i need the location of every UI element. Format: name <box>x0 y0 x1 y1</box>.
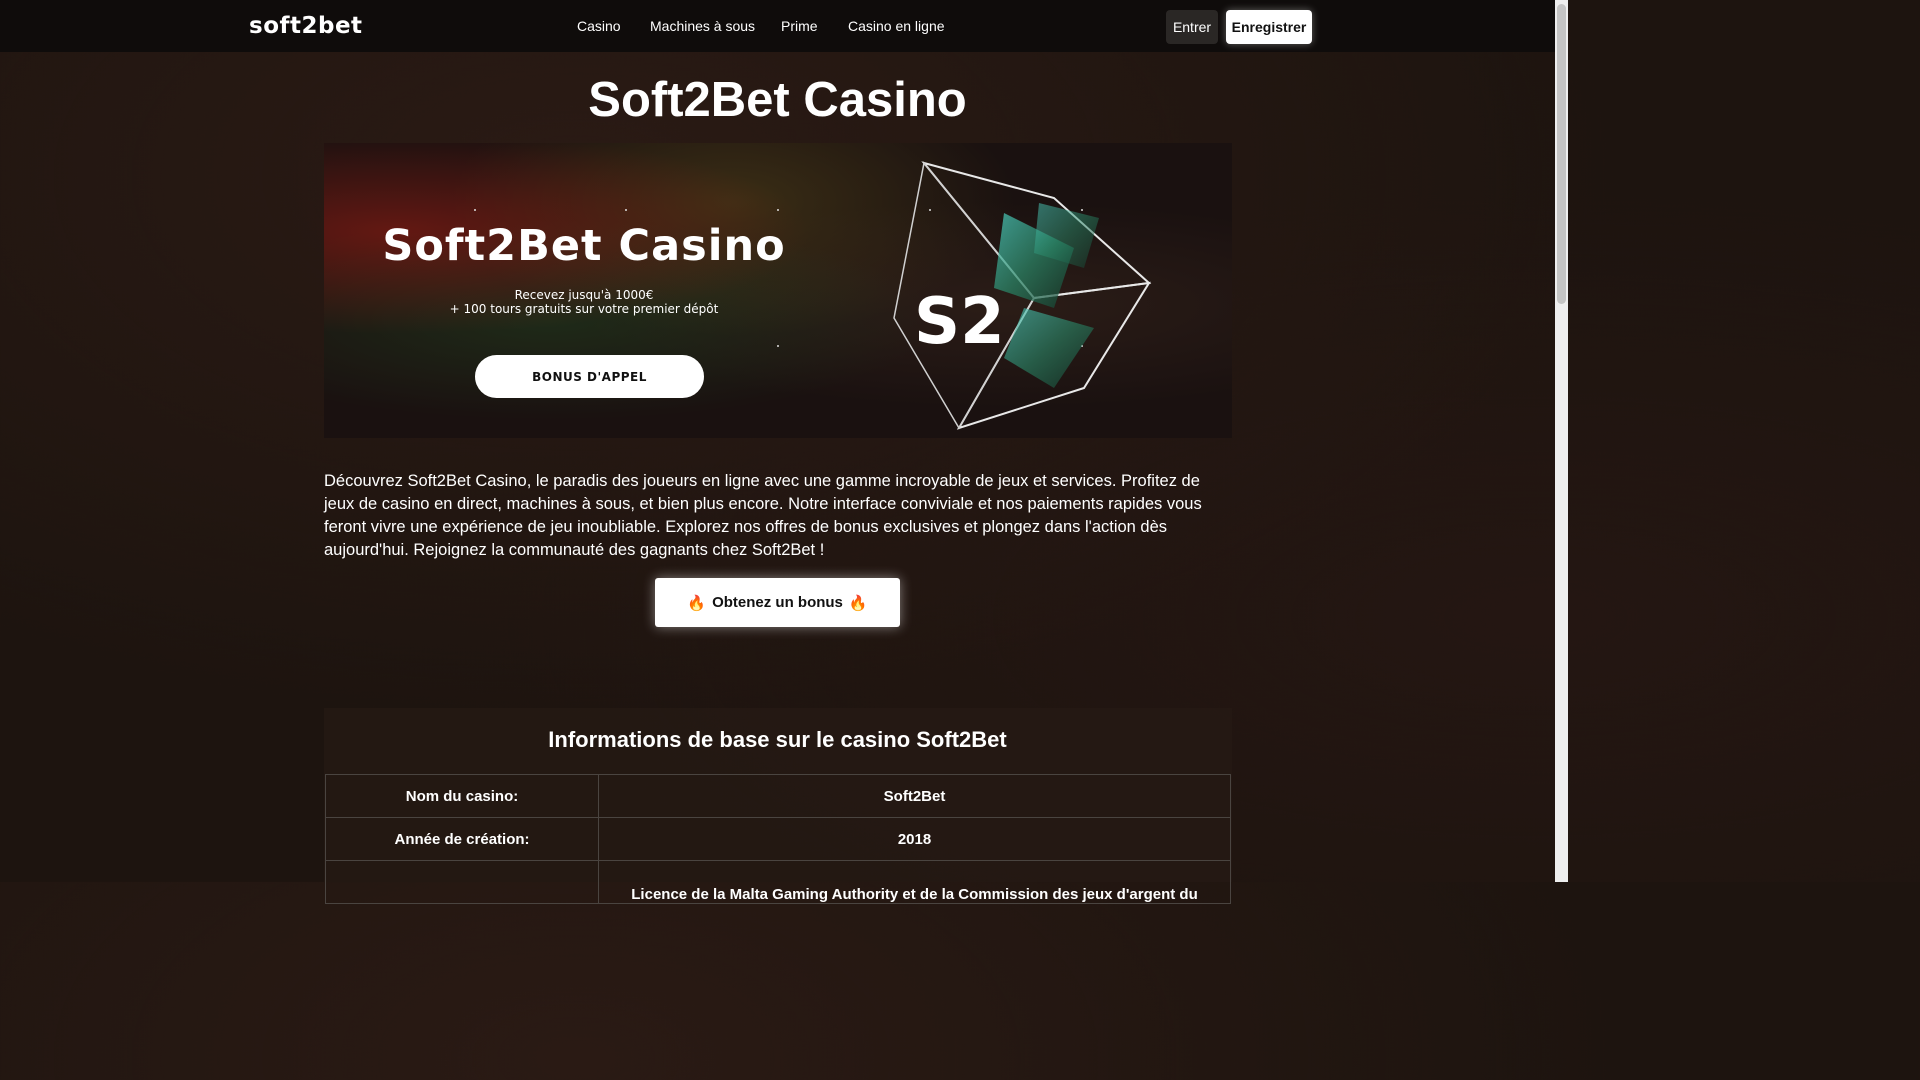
s2-cube-logo-icon: S2 <box>893 161 1152 430</box>
banner-offer-line-1: Recevez jusqu'à 1000€ <box>514 288 654 302</box>
table-cell-value: Soft2Bet <box>598 774 1231 818</box>
login-button[interactable]: Entrer <box>1166 10 1218 44</box>
svg-text:S2: S2 <box>914 285 1005 359</box>
banner-title: Soft2Bet Casino <box>382 221 786 271</box>
page-title: Soft2Bet Casino <box>588 73 967 127</box>
table-row: Année de création: 2018 <box>325 817 1231 861</box>
intro-paragraph: Découvrez Soft2Bet Casino, le paradis de… <box>324 472 1202 559</box>
nav-link-bonus[interactable]: Prime <box>781 18 818 34</box>
vertical-scrollbar[interactable] <box>1555 0 1568 882</box>
scrollbar-thumb[interactable] <box>1557 4 1566 304</box>
nav-link-slots[interactable]: Machines à sous <box>650 18 755 34</box>
decor-dot <box>777 345 779 347</box>
banner-bonus-button[interactable]: BONUS D'APPEL <box>475 355 704 398</box>
top-navigation-bar: soft2bet Casino Machines à sous Prime Ca… <box>0 0 1555 52</box>
fire-icon: 🔥 <box>848 594 868 612</box>
decor-dot <box>474 209 476 211</box>
nav-link-online-casino[interactable]: Casino en ligne <box>848 18 945 34</box>
table-cell-key: Année de création: <box>325 817 599 861</box>
fire-icon: 🔥 <box>687 594 707 612</box>
table-row: Nom du casino: Soft2Bet <box>325 774 1231 818</box>
casino-info-table: Nom du casino: Soft2Bet Année de créatio… <box>325 774 1231 904</box>
decor-dot <box>625 209 627 211</box>
table-cell-key <box>325 860 599 904</box>
table-cell-value: 2018 <box>598 817 1231 861</box>
nav-link-casino[interactable]: Casino <box>577 18 621 34</box>
promo-banner[interactable]: Soft2Bet Casino Recevez jusqu'à 1000€ + … <box>324 143 1232 438</box>
table-cell-key: Nom du casino: <box>325 774 599 818</box>
site-logo[interactable]: soft2bet <box>249 13 363 39</box>
decor-dot <box>777 209 779 211</box>
table-cell-value: Licence de la Malta Gaming Authority et … <box>598 860 1231 904</box>
logo-text: soft2bet <box>249 13 363 39</box>
get-bonus-button[interactable]: 🔥 Obtenez un bonus 🔥 <box>655 578 900 627</box>
register-button[interactable]: Enregistrer <box>1226 10 1312 44</box>
banner-offer-line-2: + 100 tours gratuits sur votre premier d… <box>449 302 719 316</box>
get-bonus-label: Obtenez un bonus <box>712 594 843 611</box>
info-section-title: Informations de base sur le casino Soft2… <box>548 727 1007 752</box>
table-row: Licence de la Malta Gaming Authority et … <box>325 860 1231 904</box>
